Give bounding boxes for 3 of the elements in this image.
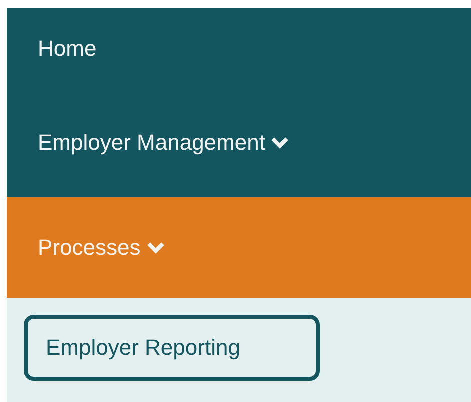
menu-item[interactable]: Home bbox=[7, 8, 471, 89]
menu-item[interactable]: Employer Management bbox=[7, 89, 471, 197]
submenu-item[interactable]: Employer Reporting bbox=[24, 315, 320, 381]
